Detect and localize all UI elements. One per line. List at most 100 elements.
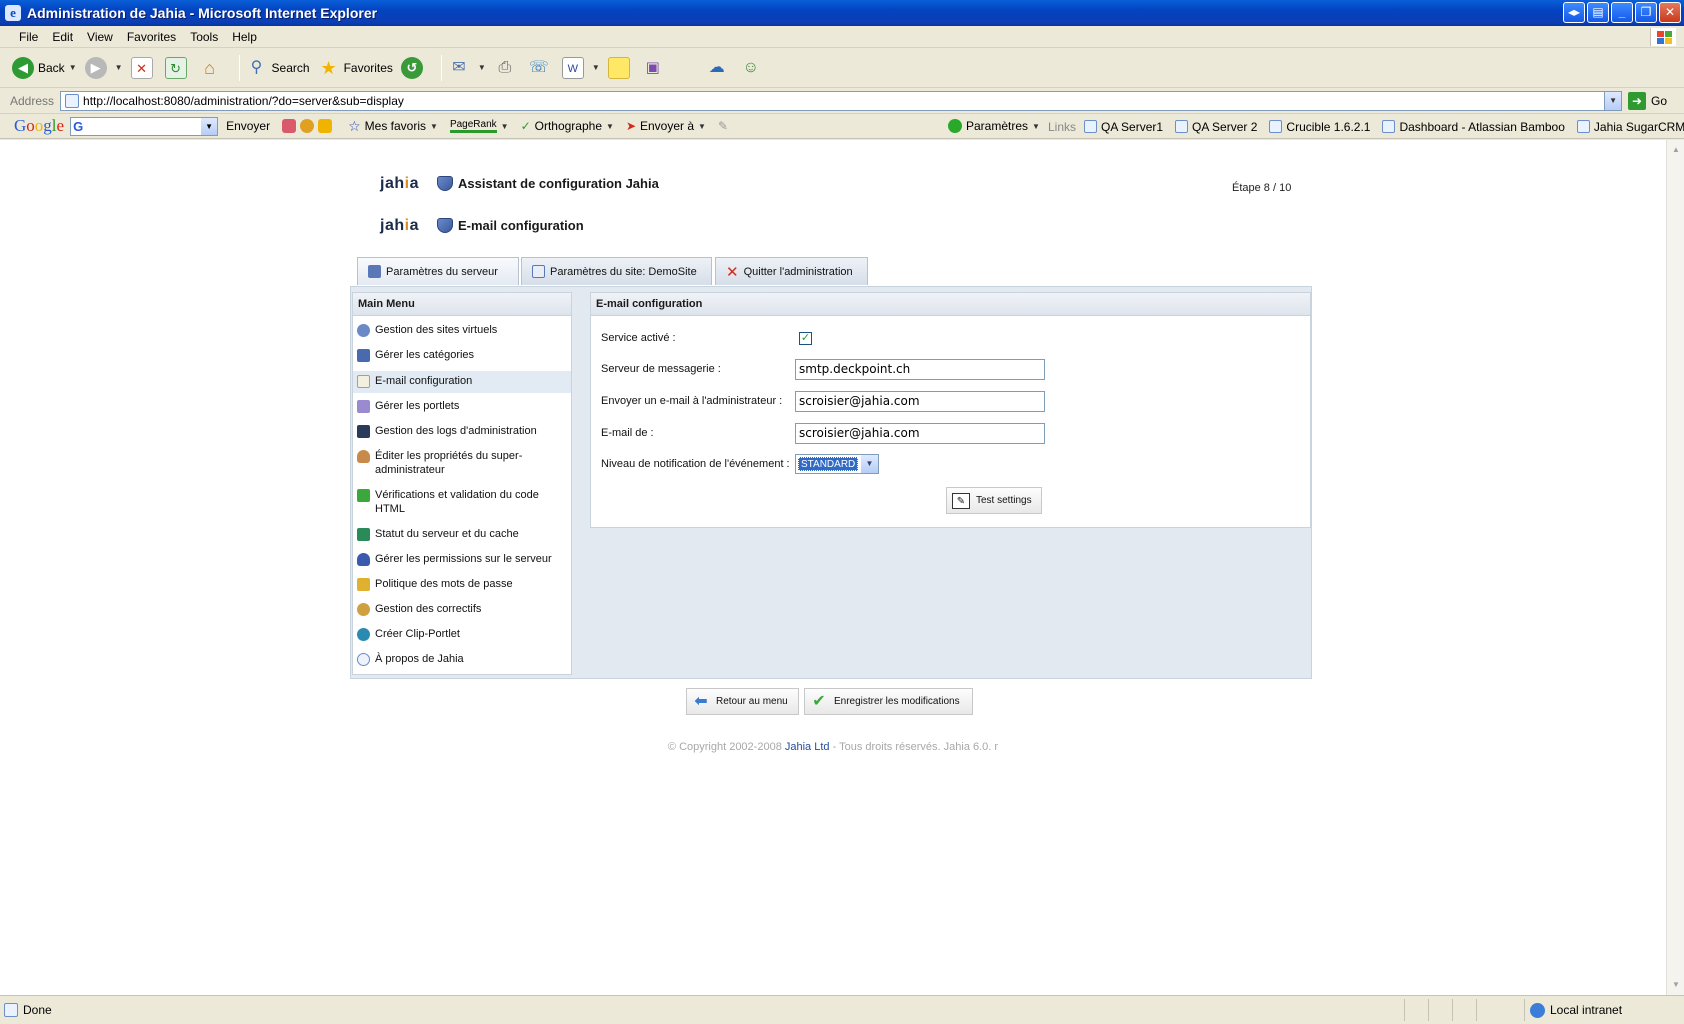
chevron-down-icon[interactable]: ▼	[861, 455, 878, 473]
settings-green-icon	[948, 119, 962, 133]
tab-server-params[interactable]: Paramètres du serveur	[357, 257, 519, 285]
chrome-icon	[300, 119, 315, 133]
people-icon: ☺	[742, 58, 759, 76]
notes-button[interactable]	[607, 56, 634, 79]
menu-item-patches[interactable]: Gestion des correctifs	[353, 602, 571, 616]
arrow-left-icon: ⬅	[694, 692, 708, 710]
admin-email-input[interactable]: scroisier@jahia.com	[795, 391, 1045, 412]
shield-icon	[437, 218, 453, 233]
back-button[interactable]: ◀ Back ▼	[12, 56, 77, 79]
back-forward-icon[interactable]: ◂▸	[1563, 2, 1585, 23]
menu-file[interactable]: File	[19, 30, 38, 44]
view-icon[interactable]: ▤	[1587, 2, 1609, 23]
menu-item-admin-logs[interactable]: Gestion des logs d'administration	[353, 424, 571, 438]
link-crucible[interactable]: Crucible 1.6.2.1	[1269, 120, 1370, 134]
page-icon	[1084, 120, 1098, 133]
google-tools-buttons[interactable]	[282, 119, 336, 133]
menu-item-clip-portlet[interactable]: Créer Clip-Portlet	[353, 627, 571, 641]
chevron-down-icon[interactable]: ▼	[592, 63, 600, 72]
menu-item-virtual-sites[interactable]: Gestion des sites virtuels	[353, 323, 571, 337]
status-text: Done	[23, 1003, 52, 1017]
history-button[interactable]: ↺	[400, 56, 427, 79]
notification-level-select[interactable]: STANDARD ▼	[795, 454, 879, 474]
chevron-down-icon[interactable]: ▼	[478, 63, 486, 72]
menu-item-about[interactable]: À propos de Jahia	[353, 652, 571, 666]
service-checkbox[interactable]: ✓	[799, 332, 812, 345]
links-bar: Links QA Server1 QA Server 2 Crucible 1.…	[1048, 119, 1684, 134]
forward-button[interactable]: ▶ ▼	[84, 56, 123, 79]
address-input[interactable]: http://localhost:8080/administration/?do…	[60, 90, 1623, 111]
chevron-down-icon[interactable]: ▼	[115, 63, 123, 72]
minimize-button[interactable]: _	[1611, 2, 1633, 23]
menu-item-html-validation[interactable]: Vérifications et validation du code HTML	[353, 488, 571, 516]
key-icon	[357, 578, 370, 591]
word-button[interactable]: W ▼	[561, 56, 600, 79]
windows-flag-icon	[1650, 28, 1676, 46]
orthographe-button[interactable]: ✓ Orthographe ▼	[521, 119, 614, 133]
back-to-menu-button[interactable]: ⬅ Retour au menu	[686, 688, 799, 715]
chevron-down-icon[interactable]: ▼	[69, 63, 77, 72]
spellcheck-icon: ✓	[520, 119, 531, 133]
service-label: Service activé :	[601, 332, 676, 344]
window-controls: ◂▸ ▤ _ ❐ ✕	[1563, 2, 1681, 23]
menu-help[interactable]: Help	[232, 30, 257, 44]
menu-view[interactable]: View	[87, 30, 113, 44]
test-settings-button[interactable]: ✎ Test settings	[946, 487, 1042, 514]
print-button[interactable]: ⎙	[494, 57, 520, 79]
mes-favoris-button[interactable]: ☆ Mes favoris ▼	[348, 118, 438, 135]
tab-site-params[interactable]: Paramètres du site: DemoSite	[521, 257, 712, 285]
link-qa-server2[interactable]: QA Server 2	[1175, 120, 1257, 134]
restore-button[interactable]: ❐	[1635, 2, 1657, 23]
check-document-icon	[357, 489, 370, 502]
highlight-icon[interactable]: ✎	[718, 119, 728, 133]
menu-item-password-policy[interactable]: Politique des mots de passe	[353, 577, 571, 591]
link-bamboo[interactable]: Dashboard - Atlassian Bamboo	[1382, 120, 1565, 134]
close-button[interactable]: ✕	[1659, 2, 1681, 23]
envoyer-a-button[interactable]: ➤ Envoyer à ▼	[626, 119, 706, 133]
menu-item-permissions[interactable]: Gérer les permissions sur le serveur	[353, 552, 571, 566]
menu-favorites[interactable]: Favorites	[127, 30, 176, 44]
link-sugarcrm[interactable]: Jahia SugarCRM	[1576, 120, 1684, 134]
menu-edit[interactable]: Edit	[52, 30, 73, 44]
research-button[interactable]: ▣	[642, 57, 668, 79]
parametres-button[interactable]: Paramètres ▼	[948, 119, 1040, 133]
tab-quit-admin[interactable]: ✕ Quitter l'administration	[715, 257, 868, 285]
menu-item-email-config[interactable]: E-mail configuration	[353, 371, 571, 393]
link-qa-server1[interactable]: QA Server1	[1084, 120, 1163, 134]
jahia-ltd-link[interactable]: Jahia Ltd	[785, 741, 830, 753]
ie-icon: e	[5, 5, 21, 21]
save-changes-button[interactable]: ✔ Enregistrer les modifications	[804, 688, 973, 715]
menu-tools[interactable]: Tools	[190, 30, 218, 44]
menu-item-portlets[interactable]: Gérer les portlets	[353, 399, 571, 413]
chevron-down-icon[interactable]: ▼	[201, 117, 218, 135]
menu-item-categories[interactable]: Gérer les catégories	[353, 348, 571, 362]
mail-button[interactable]: ✉ ▼	[448, 57, 486, 79]
user-lock-icon	[357, 553, 370, 566]
search-button[interactable]: ⚲ Search	[246, 57, 310, 79]
favorites-button[interactable]: ★ Favorites	[318, 57, 392, 79]
network-button[interactable]: ☁	[706, 57, 732, 79]
header-title-1: Assistant de configuration Jahia	[437, 176, 659, 191]
menu-item-server-status[interactable]: Statut du serveur et du cache	[353, 527, 571, 541]
vertical-scrollbar[interactable]: ▲ ▼	[1666, 140, 1684, 995]
home-button[interactable]: ⌂	[199, 57, 225, 79]
stop-button[interactable]: ✕	[130, 56, 157, 79]
google-search-input[interactable]: G ▼	[70, 116, 219, 136]
scroll-down-icon[interactable]: ▼	[1668, 977, 1684, 993]
go-button[interactable]: ➜ Go	[1628, 91, 1667, 110]
info-icon	[357, 653, 370, 666]
note-icon	[607, 56, 630, 79]
server-input[interactable]: smtp.deckpoint.ch	[795, 359, 1045, 380]
messenger-button[interactable]: ☏	[528, 57, 554, 79]
google-envoyer-button[interactable]: Envoyer	[226, 119, 270, 133]
refresh-button[interactable]: ↻	[164, 56, 191, 79]
jahia-logo: jahia	[380, 217, 419, 234]
from-email-input[interactable]: scroisier@jahia.com	[795, 423, 1045, 444]
menu-item-superadmin[interactable]: Éditer les propriétés du super-administr…	[353, 449, 571, 477]
scroll-up-icon[interactable]: ▲	[1668, 142, 1684, 158]
google-g-icon: G	[73, 118, 84, 134]
chevron-down-icon[interactable]: ▼	[1604, 91, 1622, 110]
go-arrow-icon: ➜	[1628, 91, 1647, 110]
messenger-people-button[interactable]: ☺	[740, 57, 766, 79]
menu-bar: File Edit View Favorites Tools Help	[0, 26, 1684, 48]
